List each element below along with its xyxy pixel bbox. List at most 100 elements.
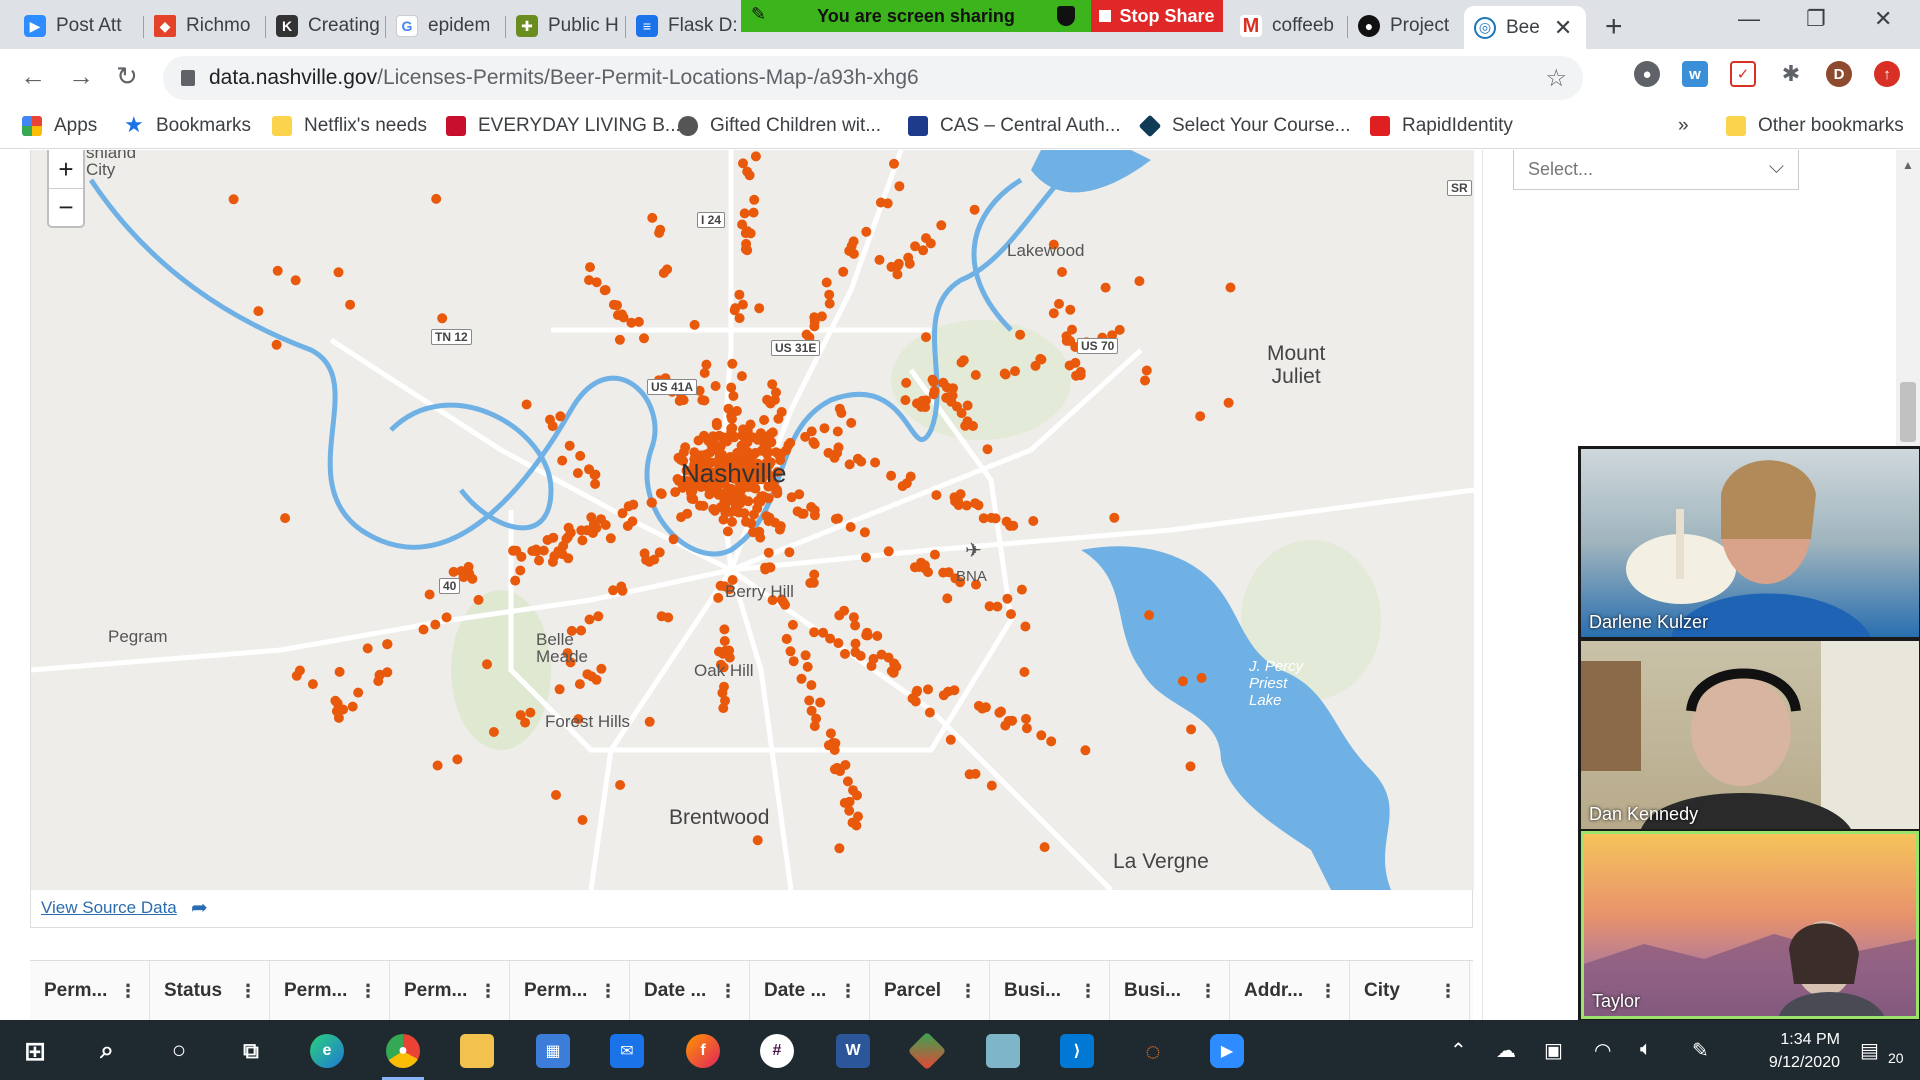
permit-location-dot[interactable] [742, 437, 753, 448]
permit-location-dot[interactable] [830, 514, 841, 524]
permit-location-dot[interactable] [910, 241, 921, 252]
zoom-in-button[interactable]: + [49, 150, 83, 188]
permit-location-dot[interactable] [919, 560, 930, 571]
permit-location-dot[interactable] [1177, 676, 1188, 687]
permit-location-dot[interactable] [809, 569, 820, 580]
permit-location-dot[interactable] [590, 479, 601, 489]
permit-location-dot[interactable] [576, 525, 587, 536]
permit-location-dot[interactable] [956, 357, 967, 368]
permit-location-dot[interactable] [1008, 520, 1019, 531]
permit-location-dot[interactable] [577, 815, 588, 825]
cortana-icon[interactable]: ○ [162, 1034, 196, 1068]
extension-circle-icon[interactable]: ● [1634, 61, 1660, 87]
permit-location-dot[interactable] [1021, 713, 1031, 724]
permit-location-dot[interactable] [818, 627, 829, 638]
permit-location-dot[interactable] [644, 716, 655, 727]
bookmark-item[interactable]: EVERYDAY LIVING B... [446, 115, 681, 137]
permit-location-dot[interactable] [431, 193, 442, 204]
permit-location-dot[interactable] [572, 468, 583, 479]
permit-location-dot[interactable] [1195, 411, 1206, 422]
tab-5[interactable]: ≡ Flask D: [626, 6, 741, 46]
column-menu-icon[interactable]: ⋮ [599, 981, 617, 1002]
permit-location-dot[interactable] [373, 676, 384, 687]
permit-location-dot[interactable] [564, 440, 575, 451]
permit-location-dot[interactable] [859, 527, 870, 538]
more-bookmarks-chevron[interactable]: » [1678, 115, 1689, 137]
column-header[interactable]: Busi... ⋮ [990, 961, 1110, 1021]
permit-location-dot[interactable] [834, 843, 845, 854]
permit-location-dot[interactable] [809, 316, 820, 327]
permit-location-dot[interactable] [589, 470, 600, 480]
permit-location-dot[interactable] [726, 423, 737, 434]
permit-location-dot[interactable] [515, 710, 526, 721]
word-icon[interactable]: W [836, 1034, 870, 1068]
slack-icon[interactable]: # [760, 1034, 794, 1068]
permit-location-dot[interactable] [872, 631, 883, 641]
permit-location-dot[interactable] [964, 769, 975, 780]
permit-location-dot[interactable] [1036, 730, 1047, 741]
permit-location-dot[interactable] [889, 158, 899, 169]
permit-location-dot[interactable] [765, 562, 776, 573]
reload-icon[interactable]: ↻ [116, 61, 138, 92]
permit-location-dot[interactable] [1007, 715, 1018, 726]
participant-video[interactable]: Dan Kennedy [1581, 641, 1919, 829]
tab-4[interactable]: ✚ Public H [506, 6, 626, 46]
permit-location-dot[interactable] [1035, 353, 1046, 364]
permit-location-dot[interactable] [952, 401, 962, 412]
permit-location-dot[interactable] [924, 707, 935, 718]
permit-location-dot[interactable] [574, 679, 585, 690]
permit-location-dot[interactable] [596, 514, 606, 525]
permit-location-dot[interactable] [511, 545, 522, 556]
permit-location-dot[interactable] [617, 585, 628, 596]
file-explorer-icon[interactable] [460, 1034, 494, 1068]
forward-arrow-icon[interactable]: → [68, 61, 94, 92]
permit-location-dot[interactable] [901, 377, 912, 388]
permit-location-dot[interactable] [838, 266, 849, 277]
permit-location-dot[interactable] [755, 532, 766, 543]
permit-location-dot[interactable] [900, 395, 911, 406]
permit-location-dot[interactable] [699, 368, 710, 378]
permit-location-dot[interactable] [646, 497, 657, 508]
column-menu-icon[interactable]: ⋮ [1319, 981, 1337, 1002]
permit-location-dot[interactable] [271, 339, 282, 350]
bookmark-item[interactable]: Netflix's needs [272, 115, 427, 137]
permit-location-dot[interactable] [765, 398, 776, 409]
zoom-app-icon[interactable]: ▶ [1210, 1034, 1244, 1068]
permit-location-dot[interactable] [893, 258, 904, 269]
permit-location-dot[interactable] [345, 299, 356, 310]
permit-location-dot[interactable] [307, 679, 318, 690]
permit-location-dot[interactable] [521, 399, 532, 410]
permit-location-dot[interactable] [599, 285, 610, 296]
permit-location-dot[interactable] [718, 514, 729, 525]
permit-location-dot[interactable] [788, 656, 799, 667]
permit-location-dot[interactable] [515, 565, 526, 576]
permit-location-dot[interactable] [562, 532, 573, 543]
search-icon[interactable]: ⌕ [90, 1034, 124, 1068]
column-header[interactable]: Busi... ⋮ [1110, 961, 1230, 1021]
permit-location-dot[interactable] [883, 546, 894, 557]
permit-location-dot[interactable] [1185, 761, 1196, 772]
update-icon[interactable]: ↑ [1874, 61, 1900, 87]
permit-location-dot[interactable] [693, 435, 704, 446]
permit-location-dot[interactable] [850, 638, 861, 649]
avatar[interactable]: D [1826, 61, 1852, 87]
permit-location-dot[interactable] [622, 521, 633, 531]
permit-location-dot[interactable] [253, 306, 264, 317]
permit-location-dot[interactable] [874, 254, 885, 265]
permit-location-dot[interactable] [432, 760, 443, 771]
permit-location-dot[interactable] [1021, 723, 1032, 734]
permit-location-dot[interactable] [904, 258, 915, 269]
column-header[interactable]: Perm... ⋮ [270, 961, 390, 1021]
tab-1[interactable]: ◆ Richmo [144, 6, 266, 46]
permit-location-dot[interactable] [833, 442, 844, 453]
puzzle-icon[interactable]: ✱ [1778, 61, 1804, 87]
permit-location-dot[interactable] [739, 447, 750, 458]
permit-location-dot[interactable] [894, 181, 905, 192]
apps-bookmark[interactable]: Apps [22, 115, 97, 137]
permit-location-dot[interactable] [510, 575, 521, 586]
permit-location-dot[interactable] [1065, 336, 1076, 346]
close-window-icon[interactable]: ✕ [1874, 6, 1892, 32]
permit-location-dot[interactable] [848, 612, 859, 623]
back-arrow-icon[interactable]: ← [20, 61, 46, 92]
permit-location-dot[interactable] [763, 547, 774, 558]
